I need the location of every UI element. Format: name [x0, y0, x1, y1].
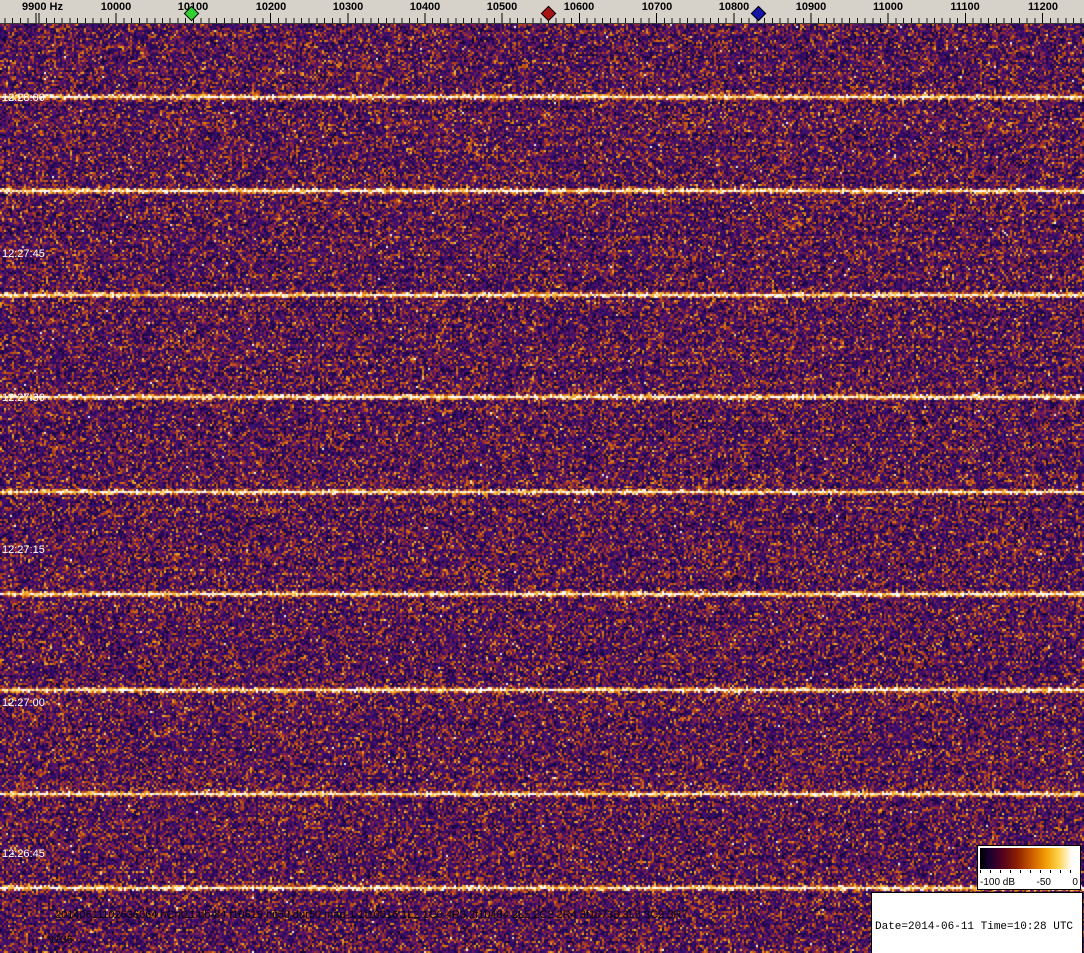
info-line-date: Date=2014-06-11 Time=10:28 UTC: [875, 921, 1074, 933]
info-box: Date=2014-06-11 Time=10:28 UTC Freq=143 …: [871, 892, 1083, 953]
freq-label: 11000: [873, 1, 903, 13]
waterfall-canvas[interactable]: [0, 24, 1084, 953]
freq-label: 9900 Hz: [22, 1, 63, 13]
detection-annotation: 20140611102636064 hCnt11 nb-84 f10619 hi…: [55, 909, 688, 921]
spectrogram-app: 9900 Hz 10000 10100 10200 10300 10400 10…: [0, 0, 1084, 953]
freq-label: 10200: [255, 1, 287, 13]
frequency-ruler[interactable]: 9900 Hz 10000 10100 10200 10300 10400 10…: [0, 0, 1084, 24]
time-label: 12:27:30: [2, 392, 45, 404]
freq-label: 11100: [950, 1, 980, 13]
freq-label: 10300: [332, 1, 364, 13]
time-label: 12:27:00: [2, 697, 45, 709]
freq-label: 10000: [100, 1, 132, 13]
time-label: 12:27:15: [2, 544, 45, 556]
time-label: 12:27:45: [2, 248, 45, 260]
time-label: 12:26:45: [2, 848, 45, 860]
freq-label: 10400: [409, 1, 441, 13]
legend-ticks: [980, 870, 1078, 873]
freq-label: 10700: [641, 1, 673, 13]
freq-label: 11200: [1028, 1, 1058, 13]
legend-max-label: 0: [1072, 877, 1078, 888]
legend-min-label: -100 dB: [980, 877, 1016, 888]
colormap-gradient: [980, 848, 1078, 869]
cursor-annotation: ^t+36: [46, 934, 73, 946]
freq-label: 10900: [795, 1, 827, 13]
freq-label: 10800: [718, 1, 750, 13]
freq-label: 10500: [486, 1, 518, 13]
freq-label: 10600: [563, 1, 595, 13]
time-label: 12:28:00: [2, 92, 45, 104]
legend-mid-label: -50: [1036, 877, 1051, 888]
db-scale-legend: -100 dB -50 0: [977, 845, 1081, 890]
